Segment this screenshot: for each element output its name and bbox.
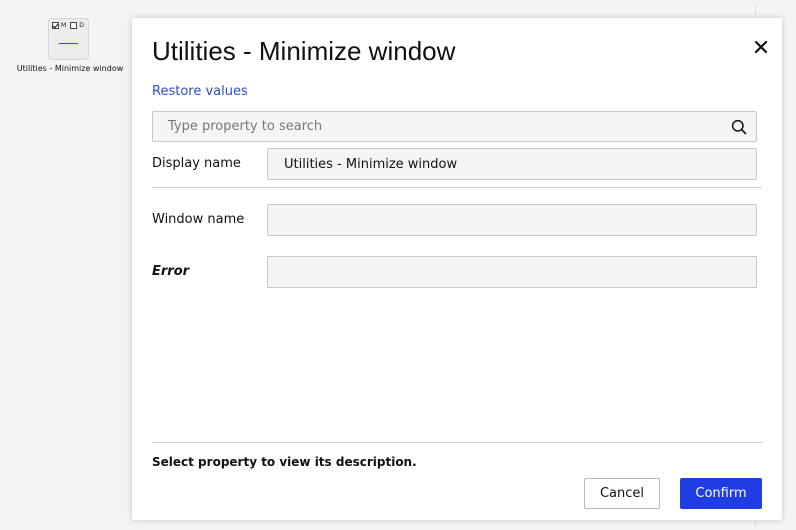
canvas-node-label: Utilities - Minimize window — [16, 64, 124, 73]
search-input[interactable] — [153, 112, 713, 141]
window-name-field[interactable] — [267, 204, 757, 236]
node-underline — [59, 43, 78, 44]
display-name-field[interactable] — [267, 148, 757, 180]
close-icon[interactable] — [752, 38, 770, 56]
section-divider — [152, 187, 762, 188]
cancel-button[interactable]: Cancel — [584, 478, 660, 509]
properties-dialog: Utilities - Minimize window Restore valu… — [132, 18, 782, 520]
canvas-activity-node[interactable]: M D — [48, 18, 89, 60]
restore-values-link[interactable]: Restore values — [152, 84, 248, 99]
display-name-label: Display name — [152, 156, 241, 171]
node-checkbox-d[interactable] — [70, 22, 78, 29]
error-label: Error — [152, 264, 190, 279]
node-checkbox-m[interactable] — [52, 22, 59, 29]
dialog-title: Utilities - Minimize window — [152, 36, 456, 66]
node-checkbox-d-label: D — [79, 22, 84, 29]
search-icon[interactable] — [731, 119, 747, 135]
node-checkbox-m-label: M — [61, 22, 67, 29]
description-divider — [152, 442, 762, 443]
property-description: Select property to view its description. — [152, 455, 417, 469]
confirm-button[interactable]: Confirm — [680, 478, 762, 509]
property-search — [152, 111, 757, 142]
window-name-label: Window name — [152, 212, 245, 227]
error-field[interactable] — [267, 256, 757, 288]
